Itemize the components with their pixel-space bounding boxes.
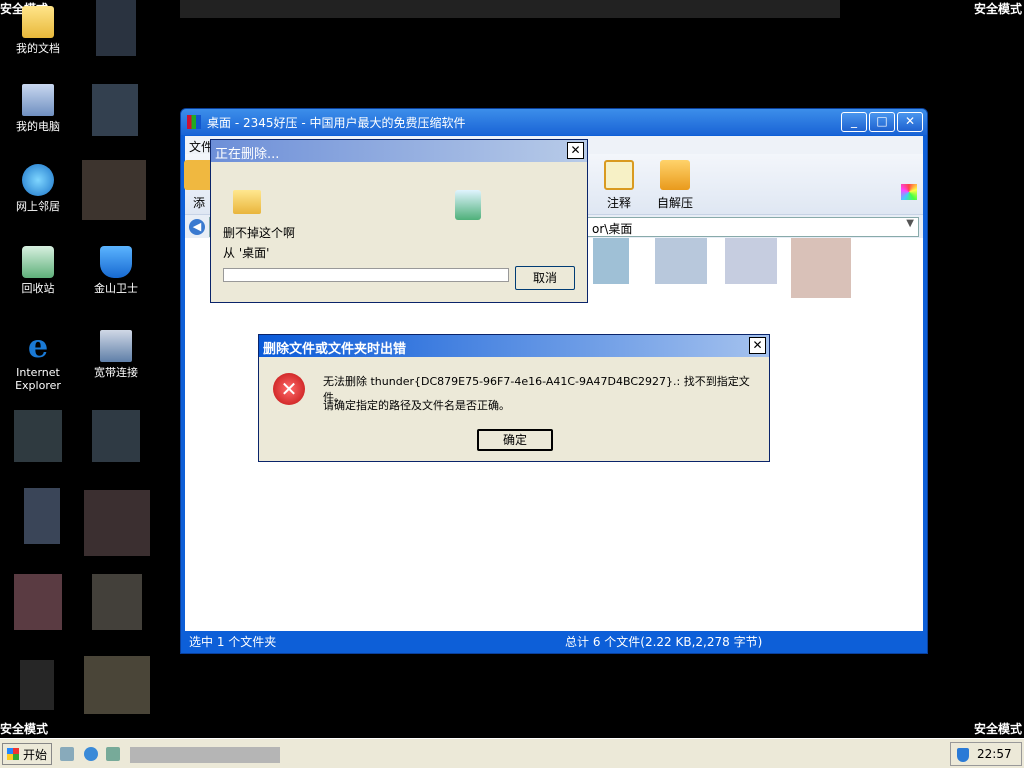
shield-icon [100, 246, 132, 278]
close-button[interactable]: ✕ [897, 112, 923, 132]
network-connection-icon [100, 330, 132, 362]
internet-explorer-icon: e [27, 327, 49, 365]
redacted-icon [96, 0, 136, 56]
desktop-icon-label: 金山卫士 [94, 282, 138, 295]
ok-button[interactable]: 确定 [477, 429, 553, 451]
redacted-icon [84, 656, 150, 714]
deleting-dialog: 正在删除... ✕ 删不掉这个啊 从 '桌面' 取消 [210, 139, 588, 303]
minimize-button[interactable]: _ [841, 112, 867, 132]
error-dialog-titlebar[interactable]: 删除文件或文件夹时出错 ✕ [259, 335, 769, 357]
redacted-icon [14, 410, 62, 462]
folder-icon [233, 190, 261, 214]
redacted-taskbar-items [130, 747, 280, 763]
redacted-icon [14, 574, 62, 630]
windows-logo-icon [7, 748, 19, 760]
system-tray: 22:57 [950, 742, 1022, 766]
chevron-down-icon[interactable]: ▼ [906, 218, 914, 229]
recycle-bin-icon [455, 190, 481, 220]
quicklaunch-icon[interactable] [106, 747, 120, 761]
redacted-icon [92, 84, 138, 136]
desktop-icon-label: 我的文档 [16, 42, 60, 55]
desktop-icon-label: 我的电脑 [16, 120, 60, 133]
self-extract-icon [660, 160, 690, 190]
desktop-icon-my-documents[interactable]: 我的文档 [0, 6, 76, 55]
quicklaunch-ie-icon[interactable] [84, 747, 98, 761]
safe-mode-label-top-right: 安全模式 [973, 2, 1022, 16]
desktop-icon-kingsoft-guard[interactable]: 金山卫士 [78, 246, 154, 295]
tool-label: 注释 [606, 196, 631, 210]
clock[interactable]: 22:57 [977, 747, 1012, 761]
deleting-dialog-titlebar[interactable]: 正在删除... ✕ [211, 140, 587, 162]
redacted-file-icon [791, 238, 851, 298]
folder-icon [22, 6, 54, 38]
status-selection: 选中 1 个文件夹 [189, 635, 277, 649]
tool-label: 自解压 [656, 196, 693, 210]
skin-icon[interactable] [901, 184, 917, 200]
desktop-icon-internet-explorer[interactable]: e Internet Explorer [0, 330, 76, 392]
desktop-icon-broadband[interactable]: 宽带连接 [78, 330, 154, 379]
maximize-button[interactable]: □ [869, 112, 895, 132]
redacted-icon [84, 490, 150, 556]
back-icon[interactable]: ◀ [189, 219, 205, 235]
desktop-icon-label: Internet Explorer [15, 366, 61, 392]
taskbar: 开始 22:57 [0, 738, 1024, 768]
quicklaunch-icon[interactable] [60, 747, 74, 761]
comment-icon [604, 160, 634, 190]
status-total: 总计 6 个文件(2.22 KB,2,278 字节) [565, 635, 763, 649]
deleting-from-text: 从 '桌面' [223, 246, 270, 260]
error-dialog-title: 删除文件或文件夹时出错 [263, 342, 407, 357]
error-dialog: 删除文件或文件夹时出错 ✕ ✕ 无法删除 thunder{DC879E75-96… [258, 334, 770, 462]
tool-self-extract[interactable]: 自解压 [645, 160, 705, 211]
window-title: 桌面 - 2345好压 - 中国用户最大的免费压缩软件 [207, 116, 466, 130]
blurred-top-strip [180, 0, 840, 18]
tool-label: 添 [192, 196, 205, 210]
desktop-icon-label: 宽带连接 [94, 366, 138, 379]
globe-network-icon [22, 164, 54, 196]
error-icon: ✕ [273, 373, 305, 405]
address-text: or\桌面 [592, 222, 633, 236]
status-bar: 选中 1 个文件夹 总计 6 个文件(2.22 KB,2,278 字节) [185, 631, 923, 649]
safe-mode-label-bottom-left: 安全模式 [0, 722, 49, 736]
recycle-bin-icon [22, 246, 54, 278]
redacted-icon [92, 574, 142, 630]
close-icon[interactable]: ✕ [749, 337, 766, 354]
error-message-line2: 请确定指定的路径及文件名是否正确。 [323, 399, 510, 412]
redacted-icon [20, 660, 54, 710]
deleting-dialog-title: 正在删除... [215, 147, 280, 162]
cancel-button[interactable]: 取消 [515, 266, 575, 290]
redacted-file-icon [725, 238, 777, 284]
safe-mode-label-bottom-right: 安全模式 [973, 722, 1022, 736]
desktop-icon-recycle-bin[interactable]: 回收站 [0, 246, 76, 295]
progress-bar [223, 268, 509, 282]
desktop-icon-my-computer[interactable]: 我的电脑 [0, 84, 76, 133]
redacted-icon [24, 488, 60, 544]
desktop-icon-label: 网上邻居 [16, 200, 60, 213]
redacted-file-icon [655, 238, 707, 284]
desktop-icon-network[interactable]: 网上邻居 [0, 164, 76, 213]
close-icon[interactable]: ✕ [567, 142, 584, 159]
redacted-icon [82, 160, 146, 220]
app-icon [187, 115, 201, 129]
shield-icon[interactable] [957, 748, 969, 762]
start-button[interactable]: 开始 [2, 743, 52, 765]
tool-comment[interactable]: 注释 [589, 160, 649, 211]
redacted-icon [92, 410, 140, 462]
deleting-item-name: 删不掉这个啊 [223, 226, 296, 240]
start-label: 开始 [23, 748, 48, 762]
computer-icon [22, 84, 54, 116]
window-titlebar[interactable]: 桌面 - 2345好压 - 中国用户最大的免费压缩软件 _ □ ✕ [181, 109, 927, 135]
redacted-file-icon [593, 238, 629, 284]
desktop-icon-label: 回收站 [21, 282, 55, 295]
